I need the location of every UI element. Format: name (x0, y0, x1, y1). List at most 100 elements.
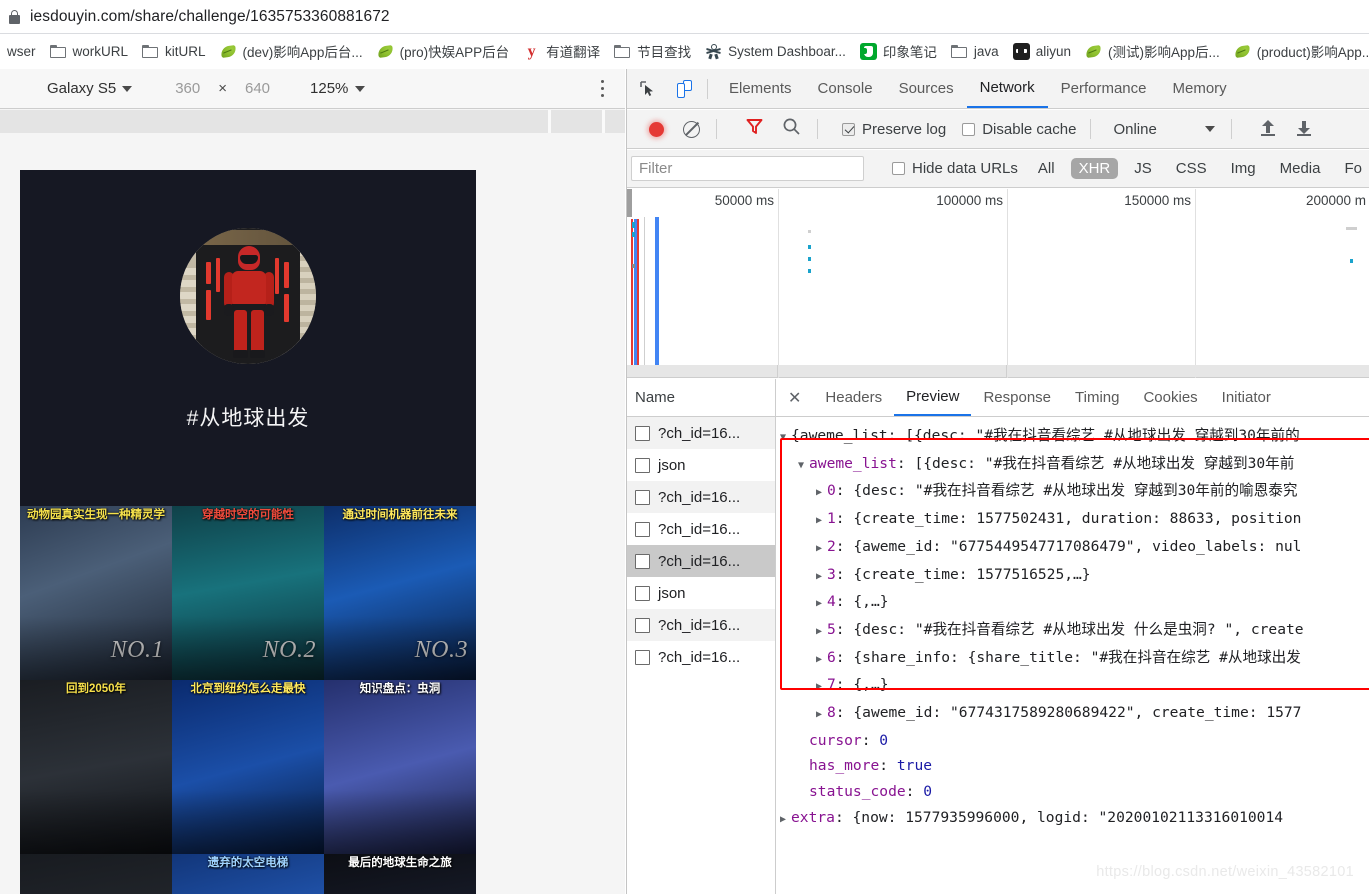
network-toolbar[interactable]: Preserve log Disable cache Online (627, 110, 1369, 149)
devtools-tabbar[interactable]: Elements Console Sources Network Performance… (627, 69, 1369, 109)
bookmark-item[interactable]: 印象笔记 (853, 38, 944, 64)
devtools-tab-console[interactable]: Console (805, 69, 886, 108)
network-filterbar[interactable]: Filter Hide data URLs All XHR JS CSS Img Medi… (627, 150, 1369, 188)
bookmark-item[interactable]: (dev)影响App后台... (213, 38, 370, 64)
resource-type-filter-css[interactable]: CSS (1168, 158, 1215, 179)
disable-cache-checkbox[interactable] (962, 122, 976, 136)
disclosure-triangle-icon[interactable] (780, 425, 791, 451)
request-row[interactable]: ?ch_id=16... (627, 481, 775, 513)
detail-tab-timing[interactable]: Timing (1063, 379, 1131, 416)
disclosure-triangle-icon[interactable] (816, 564, 827, 590)
disclosure-triangle-icon[interactable] (780, 807, 791, 833)
filter-input[interactable]: Filter (631, 156, 865, 181)
kebab-menu-icon[interactable] (601, 80, 605, 98)
overview-scrollbar[interactable] (627, 365, 1369, 377)
devtools-tab-sources[interactable]: Sources (886, 69, 967, 108)
devtools-tab-elements[interactable]: Elements (716, 69, 805, 108)
bookmark-item[interactable]: 节目查找 (607, 38, 698, 64)
json-line[interactable]: {aweme_list: [{desc: "#我在抖音看综艺 #从地球出发 穿越… (776, 423, 1369, 451)
emulated-viewport[interactable]: #从地球出发 动物园真实生现一种精灵学NO.1穿越时空的可能性NO.2通过时间机… (20, 170, 476, 894)
json-line[interactable]: 6: {share_info: {share_title: "#我在抖音在综艺 … (776, 645, 1369, 673)
disclosure-triangle-icon[interactable] (816, 674, 827, 700)
json-line[interactable]: 7: {,…} (776, 672, 1369, 700)
video-thumbnail[interactable]: 穿越时空的可能性NO.2 (172, 506, 324, 680)
detail-tab-headers[interactable]: Headers (813, 379, 894, 416)
resource-type-filter-xhr[interactable]: XHR (1070, 158, 1119, 179)
viewport-height-input[interactable]: 640 (245, 80, 270, 97)
bookmark-item[interactable]: (product)影响App... (1227, 38, 1369, 64)
devtools-tab-performance[interactable]: Performance (1048, 69, 1160, 108)
address-bar-url[interactable]: iesdouyin.com/share/challenge/1635753360… (30, 8, 390, 26)
devtools-tab-network[interactable]: Network (966, 69, 1048, 108)
request-row[interactable]: json (627, 577, 775, 609)
bookmark-item[interactable]: kitURL (135, 38, 213, 64)
close-icon[interactable]: ✕ (776, 388, 813, 408)
funnel-filter-icon[interactable] (745, 117, 764, 141)
json-line[interactable]: 8: {aweme_id: "6774317589280689422", cre… (776, 700, 1369, 728)
disclosure-triangle-icon[interactable] (816, 508, 827, 534)
disclosure-triangle-icon[interactable] (816, 591, 827, 617)
bookmarks-bar[interactable]: wser workURL kitURL (dev)影响App后台... (pro)快娱A… (0, 34, 1369, 68)
request-checkbox[interactable] (635, 489, 650, 505)
download-arrow-icon[interactable] (1296, 120, 1312, 138)
throttling-selector[interactable]: Online (1113, 121, 1215, 138)
video-thumbnail[interactable]: 知识盘点：虫洞 (324, 680, 476, 854)
inspect-cursor-icon[interactable] (633, 74, 663, 104)
bookmark-item[interactable]: System Dashboar... (698, 38, 853, 64)
hide-data-urls-toggle[interactable]: Hide data URLs (892, 160, 1018, 177)
request-checkbox[interactable] (635, 521, 650, 537)
request-row[interactable]: ?ch_id=16... (627, 417, 775, 449)
devtools-tab-memory[interactable]: Memory (1160, 69, 1240, 108)
search-icon[interactable] (782, 117, 801, 141)
video-thumbnail[interactable]: 通过时间机器前往未来NO.3 (324, 506, 476, 680)
bookmark-item[interactable]: aliyun (1006, 38, 1078, 64)
disclosure-triangle-icon[interactable] (816, 536, 827, 562)
device-toolbar-icon[interactable] (669, 74, 699, 104)
viewport-width-input[interactable]: 360 (175, 80, 200, 97)
request-checkbox[interactable] (635, 425, 650, 441)
bookmark-item[interactable]: workURL (43, 38, 136, 64)
bookmark-item[interactable]: java (944, 38, 1006, 64)
zoom-selector[interactable]: 125% (310, 80, 366, 97)
detail-tab-preview[interactable]: Preview (894, 379, 972, 416)
upload-arrow-icon[interactable] (1260, 120, 1276, 138)
json-line[interactable]: cursor: 0 (776, 728, 1369, 754)
video-thumbnail[interactable]: 动物园真实生现一种精灵学NO.1 (20, 506, 172, 680)
resource-type-filter-img[interactable]: Img (1223, 158, 1264, 179)
detail-tab-cookies[interactable]: Cookies (1131, 379, 1209, 416)
json-line[interactable]: extra: {now: 1577935996000, logid: "2020… (776, 805, 1369, 833)
detail-tab-initiator[interactable]: Initiator (1210, 379, 1283, 416)
json-line[interactable]: 2: {aweme_id: "6775449547717086479", vid… (776, 534, 1369, 562)
preview-json-view[interactable]: {aweme_list: [{desc: "#我在抖音看综艺 #从地球出发 穿越… (776, 417, 1369, 894)
json-line[interactable]: 0: {desc: "#我在抖音看综艺 #从地球出发 穿越到30年前的喻恩泰究 (776, 478, 1369, 506)
json-line[interactable]: 1: {create_time: 1577502431, duration: 8… (776, 506, 1369, 534)
disclosure-triangle-icon[interactable] (816, 702, 827, 728)
device-toolbar[interactable]: Galaxy S5 360 × 640 125% (0, 69, 625, 109)
request-row[interactable]: json (627, 449, 775, 481)
bookmark-item[interactable]: wser (0, 38, 43, 64)
bookmark-item[interactable]: (测试)影响App后... (1078, 38, 1227, 64)
disclosure-triangle-icon[interactable] (798, 453, 809, 479)
resource-type-filter-all[interactable]: All (1030, 158, 1063, 179)
video-thumbnail[interactable]: 遗弃的太空电梯 (172, 854, 324, 894)
resource-type-filter-js[interactable]: JS (1126, 158, 1160, 179)
device-selector[interactable]: Galaxy S5 (47, 80, 133, 97)
preserve-log-toggle[interactable]: Preserve log (842, 121, 946, 138)
json-line[interactable]: status_code: 0 (776, 779, 1369, 805)
json-line[interactable]: aweme_list: [{desc: "#我在抖音看综艺 #从地球出发 穿越到… (776, 451, 1369, 479)
request-checkbox[interactable] (635, 585, 650, 601)
disable-cache-toggle[interactable]: Disable cache (962, 121, 1076, 138)
bookmark-item[interactable]: (pro)快娱APP后台 (370, 38, 517, 64)
record-button-icon[interactable] (649, 121, 664, 137)
video-thumbnail[interactable]: 北京到纽约怎么走最快 (172, 680, 324, 854)
request-checkbox[interactable] (635, 457, 650, 473)
json-line[interactable]: 5: {desc: "#我在抖音看综艺 #从地球出发 什么是虫洞? ", cre… (776, 617, 1369, 645)
json-line[interactable]: 3: {create_time: 1577516525,…} (776, 562, 1369, 590)
disclosure-triangle-icon[interactable] (816, 647, 827, 673)
request-row[interactable]: ?ch_id=16... (627, 545, 775, 577)
detail-tabbar[interactable]: ✕ Headers Preview Response Timing Cookies Ini… (776, 379, 1369, 417)
json-line[interactable]: 4: {,…} (776, 589, 1369, 617)
request-checkbox[interactable] (635, 649, 650, 665)
disclosure-triangle-icon[interactable] (816, 619, 827, 645)
video-thumbnail[interactable]: 最后的地球生命之旅 (324, 854, 476, 894)
